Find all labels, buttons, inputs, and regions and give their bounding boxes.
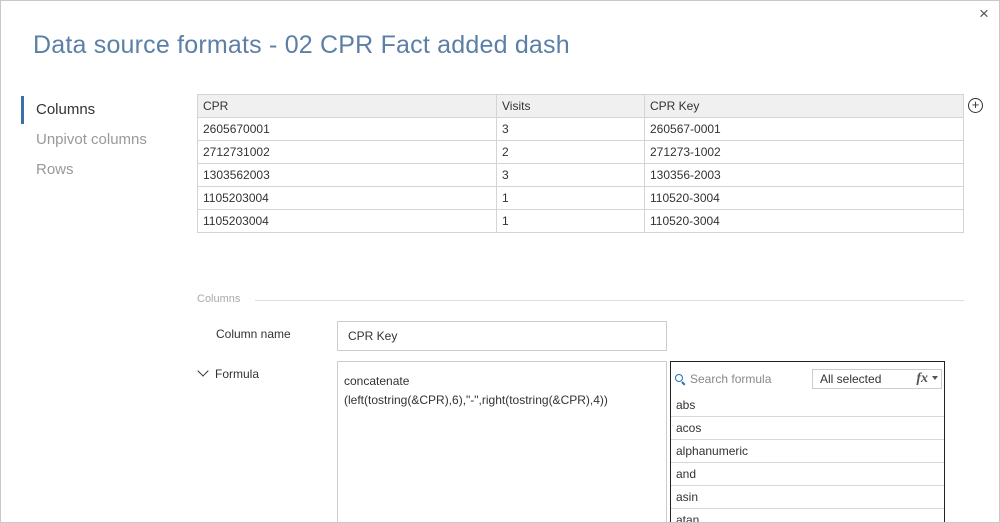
list-item[interactable]: atan <box>671 509 944 522</box>
search-icon <box>675 373 686 385</box>
table-row: 1105203004 1 110520-3004 <box>197 209 964 233</box>
table-cell: 1105203004 <box>197 209 497 233</box>
table-header-row: CPR Visits CPR Key <box>197 94 964 118</box>
table-cell: 2605670001 <box>197 117 497 141</box>
table-cell: 2 <box>496 140 645 164</box>
column-name-label: Column name <box>216 327 291 341</box>
plus-circle-icon[interactable]: + <box>968 98 983 113</box>
column-header-cpr-key[interactable]: CPR Key <box>644 94 964 118</box>
table-row: 1303562003 3 130356-2003 <box>197 163 964 187</box>
close-icon[interactable]: × <box>975 5 993 23</box>
column-name-input[interactable] <box>337 321 667 351</box>
list-item[interactable]: and <box>671 463 944 486</box>
formula-category-value: All selected <box>820 372 882 386</box>
dialog-title: Data source formats - 02 CPR Fact added … <box>33 31 570 59</box>
table-row: 1105203004 1 110520-3004 <box>197 186 964 210</box>
nav-item-rows[interactable]: Rows <box>21 155 181 185</box>
list-item[interactable]: abs <box>671 394 944 417</box>
nav-item-unpivot-columns[interactable]: Unpivot columns <box>21 125 181 155</box>
table-cell: 3 <box>496 117 645 141</box>
formula-search-input[interactable] <box>690 372 800 386</box>
list-item[interactable]: asin <box>671 486 944 509</box>
nav-item-columns[interactable]: Columns <box>21 95 181 125</box>
table-row: 2712731002 2 271273-1002 <box>197 140 964 164</box>
formula-toggle[interactable]: Formula <box>197 365 260 381</box>
fx-icon: fx <box>916 371 928 386</box>
preview-table: CPR Visits CPR Key 2605670001 3 260567-0… <box>197 94 964 233</box>
table-cell: 110520-3004 <box>644 186 964 210</box>
table-cell: 1 <box>496 209 645 233</box>
column-header-cpr[interactable]: CPR <box>197 94 497 118</box>
table-cell: 110520-3004 <box>644 209 964 233</box>
table-cell: 1105203004 <box>197 186 497 210</box>
table-cell: 271273-1002 <box>644 140 964 164</box>
table-cell: 1 <box>496 186 645 210</box>
table-row: 2605670001 3 260567-0001 <box>197 117 964 141</box>
section-divider <box>255 300 964 301</box>
data-source-formats-dialog: × Data source formats - 02 CPR Fact adde… <box>0 0 1000 523</box>
list-item[interactable]: alphanumeric <box>671 440 944 463</box>
formula-picker: All selected fx abs acos alphanumeric an… <box>670 361 945 522</box>
chevron-down-icon <box>932 376 938 380</box>
formula-editor[interactable]: concatenate (left(tostring(&CPR),6),"-",… <box>337 361 667 522</box>
table-cell: 130356-2003 <box>644 163 964 187</box>
formula-category-select[interactable]: All selected fx <box>812 369 942 389</box>
table-cell: 3 <box>496 163 645 187</box>
formula-search <box>675 370 805 388</box>
formula-list: abs acos alphanumeric and asin atan <box>671 394 944 522</box>
formula-label: Formula <box>215 367 260 381</box>
table-cell: 260567-0001 <box>644 117 964 141</box>
chevron-down-icon <box>197 365 209 377</box>
table-cell: 1303562003 <box>197 163 497 187</box>
columns-section-label: Columns <box>197 293 241 305</box>
side-nav: Columns Unpivot columns Rows <box>21 95 181 185</box>
list-item[interactable]: acos <box>671 417 944 440</box>
table-cell: 2712731002 <box>197 140 497 164</box>
column-header-visits[interactable]: Visits <box>496 94 645 118</box>
